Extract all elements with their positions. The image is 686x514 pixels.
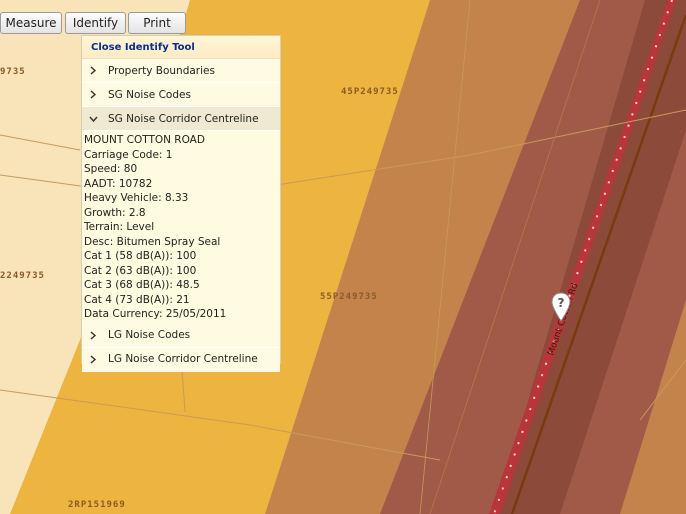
detail-line: Speed: 80 [84,163,138,175]
section-label: LG Noise Codes [108,329,191,341]
chevron-right-icon [89,90,103,99]
section-sg-noise-corridor-centreline[interactable]: SG Noise Corridor Centreline [82,107,280,131]
section-lg-noise-corridor-centreline[interactable]: LG Noise Corridor Centreline [82,347,280,372]
location-marker-icon[interactable]: ? [550,292,572,322]
section-label: SG Noise Codes [108,88,191,101]
detail-line: Carriage Code: 1 [84,148,173,161]
chevron-down-icon [89,115,103,123]
detail-line: MOUNT COTTON ROAD [84,134,205,146]
section-label: Property Boundaries [108,64,215,77]
detail-line: Cat 3 (68 dB(A)): 48.5 [84,279,200,291]
section-label: LG Noise Corridor Centreline [108,353,258,365]
feature-details: MOUNT COTTON ROAD Carriage Code: 1 Speed… [82,131,280,324]
svg-text:?: ? [558,296,565,310]
parcel-label: 2RP151969 [68,500,126,510]
detail-line: Terrain: Level [84,221,155,233]
detail-line: Cat 2 (63 dB(A)): 100 [84,264,197,277]
detail-line: Data Currency: 25/05/2011 [84,308,227,320]
section-label: SG Noise Corridor Centreline [108,112,259,125]
section-lg-noise-codes[interactable]: LG Noise Codes [82,323,280,348]
parcel-label: 55P249735 [320,292,378,302]
detail-line: Growth: 2.8 [84,206,146,219]
chevron-right-icon [89,330,103,340]
detail-line: Desc: Bitumen Spray Seal [84,235,221,248]
chevron-right-icon [89,66,103,75]
print-button[interactable]: Print [128,12,186,34]
detail-line: Cat 1 (58 dB(A)): 100 [84,250,197,262]
detail-line: Heavy Vehicle: 8.33 [84,192,189,204]
identify-button[interactable]: Identify [65,12,126,34]
detail-line: AADT: 10782 [84,177,153,190]
parcel-label: 2249735 [0,271,45,281]
section-sg-noise-codes[interactable]: SG Noise Codes [82,83,280,107]
parcel-label: 45P249735 [341,87,399,97]
close-identify-tool-link[interactable]: Close Identify Tool [82,36,280,59]
chevron-right-icon [89,354,103,364]
parcel-label: 9735 [0,67,26,77]
identify-panel: Close Identify Tool Property Boundaries … [81,35,281,372]
section-property-boundaries[interactable]: Property Boundaries [82,59,280,83]
detail-line: Cat 4 (73 dB(A)): 21 [84,293,190,306]
measure-button[interactable]: Measure [0,12,62,34]
